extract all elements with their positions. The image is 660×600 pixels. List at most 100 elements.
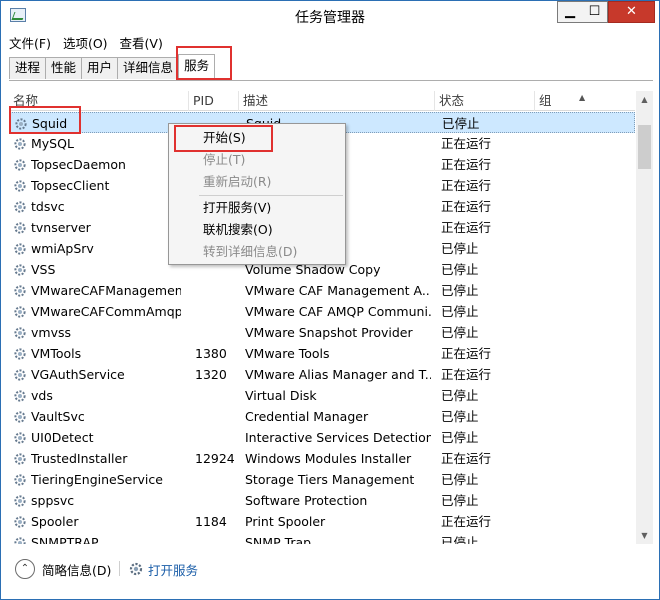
service-status: 正在运行 xyxy=(441,451,492,466)
tab-performance[interactable]: 性能 xyxy=(45,57,83,79)
context-open-services[interactable]: 打开服务(V) xyxy=(203,198,271,218)
service-name: wmiApSrv xyxy=(31,241,94,256)
service-name: vmvss xyxy=(31,325,71,340)
table-row[interactable]: TrustedInstaller 12924 Windows Modules Ins… xyxy=(9,448,635,469)
open-services-link[interactable]: 打开服务 xyxy=(148,560,198,579)
service-icon xyxy=(14,432,26,444)
table-row[interactable]: SNMPTRAP SNMP Trap 已停止 xyxy=(9,532,635,544)
service-status: 已停止 xyxy=(441,472,479,487)
service-status: 已停止 xyxy=(441,304,479,319)
service-description: Virtual Disk xyxy=(245,388,317,403)
minimize-button[interactable]: ▁ xyxy=(557,1,583,23)
tab-users[interactable]: 用户 xyxy=(81,57,119,79)
table-row[interactable]: VaultSvc Credential Manager 已停止 xyxy=(9,406,635,427)
scroll-down-icon[interactable]: ▼ xyxy=(636,527,653,544)
service-description: VMware Alias Manager and T... xyxy=(245,367,431,382)
service-icon xyxy=(14,537,26,544)
service-icon xyxy=(14,201,26,213)
service-name: VGAuthService xyxy=(31,367,125,382)
service-icon xyxy=(14,180,26,192)
service-description: Windows Modules Installer xyxy=(245,451,412,466)
chevron-up-icon[interactable]: ⌃ xyxy=(15,559,35,579)
service-status: 正在运行 xyxy=(441,199,492,214)
table-row[interactable]: VMTools 1380 VMware Tools 正在运行 xyxy=(9,343,635,364)
service-icon xyxy=(14,285,26,297)
service-status: 正在运行 xyxy=(441,367,492,382)
service-description: VMware CAF AMQP Communi... xyxy=(245,304,431,319)
service-status: 正在运行 xyxy=(441,157,492,172)
service-icon xyxy=(14,411,26,423)
service-description: Interactive Services Detection xyxy=(245,430,431,445)
service-name: VMTools xyxy=(31,346,82,361)
service-name: Spooler xyxy=(31,514,79,529)
service-description: Storage Tiers Management xyxy=(245,472,415,487)
service-name: VMwareCAFCommAmqp... xyxy=(31,304,181,319)
table-row[interactable]: TieringEngineService Storage Tiers Manage… xyxy=(9,469,635,490)
table-row[interactable]: sppsvc Software Protection 已停止 xyxy=(9,490,635,511)
context-start-highlight xyxy=(174,125,273,152)
service-icon xyxy=(14,390,26,402)
service-description: Print Spooler xyxy=(245,514,326,529)
footer-bar: ⌃ 简略信息(D) 打开服务 xyxy=(1,551,659,587)
service-status: 已停止 xyxy=(441,535,479,544)
service-icon xyxy=(14,138,26,150)
table-row[interactable]: VMwareCAFCommAmqp... VMware CAF AMQP Comm… xyxy=(9,301,635,322)
service-name: VMwareCAFManagemen... xyxy=(31,283,181,298)
menu-file[interactable]: 文件(F) xyxy=(9,33,51,51)
service-status: 已停止 xyxy=(441,388,479,403)
tab-processes[interactable]: 进程 xyxy=(9,57,47,79)
vertical-scrollbar[interactable]: ▲ ▼ xyxy=(636,91,653,544)
service-icon xyxy=(14,264,26,276)
service-name: VaultSvc xyxy=(31,409,85,424)
table-row[interactable]: VMwareCAFManagemen... VMware CAF Manageme… xyxy=(9,280,635,301)
column-description[interactable]: 描述 xyxy=(239,91,435,111)
scroll-thumb[interactable] xyxy=(638,125,651,169)
scroll-up-icon[interactable]: ▲ xyxy=(636,91,653,108)
table-row[interactable]: VGAuthService 1320 VMware Alias Manager an… xyxy=(9,364,635,385)
service-name: TieringEngineService xyxy=(31,472,163,487)
service-status: 已停止 xyxy=(441,283,479,298)
service-status: 正在运行 xyxy=(441,220,492,235)
service-status: 正在运行 xyxy=(441,136,492,151)
gear-icon xyxy=(129,562,143,576)
service-name: MySQL xyxy=(31,136,74,151)
menu-options[interactable]: 选项(O) xyxy=(63,33,108,51)
context-go-to-details: 转到详细信息(D) xyxy=(203,244,298,259)
service-status: 已停止 xyxy=(441,241,479,256)
column-header: 名称 PID 描述 状态 组 ▲ xyxy=(9,91,635,111)
service-icon xyxy=(14,474,26,486)
service-name: sppsvc xyxy=(31,493,75,508)
table-row[interactable]: vds Virtual Disk 已停止 xyxy=(9,385,635,406)
service-name: tdsvc xyxy=(31,199,65,214)
title-bar[interactable]: 任务管理器 ▁ ☐ ✕ xyxy=(1,1,659,31)
service-name: TrustedInstaller xyxy=(31,451,128,466)
footer-separator xyxy=(119,561,120,576)
fewer-details-link[interactable]: 简略信息(D) xyxy=(42,560,111,579)
service-name: vds xyxy=(31,388,53,403)
table-row[interactable]: UI0Detect Interactive Services Detection 已… xyxy=(9,427,635,448)
table-row[interactable]: Spooler 1184 Print Spooler 正在运行 xyxy=(9,511,635,532)
column-status[interactable]: 状态 xyxy=(435,91,535,111)
service-name: VSS xyxy=(31,262,56,277)
service-pid: 12924 xyxy=(195,451,235,466)
service-status: 正在运行 xyxy=(441,178,492,193)
service-icon xyxy=(14,495,26,507)
table-row[interactable]: vmvss VMware Snapshot Provider 已停止 xyxy=(9,322,635,343)
service-icon xyxy=(14,222,26,234)
column-pid[interactable]: PID xyxy=(189,91,239,111)
menu-view[interactable]: 查看(V) xyxy=(120,33,163,51)
context-search-online[interactable]: 联机搜索(O) xyxy=(203,220,273,240)
tab-details[interactable]: 详细信息 xyxy=(117,57,180,79)
close-button[interactable]: ✕ xyxy=(608,1,655,23)
service-icon xyxy=(14,327,26,339)
service-icon xyxy=(14,243,26,255)
service-icon xyxy=(14,453,26,465)
sort-arrow-icon: ▲ xyxy=(579,93,586,102)
service-icon xyxy=(14,348,26,360)
service-icon xyxy=(14,306,26,318)
service-name: TopsecDaemon xyxy=(31,157,126,172)
service-pid: 1184 xyxy=(195,514,227,529)
maximize-button[interactable]: ☐ xyxy=(582,1,608,23)
context-stop: 停止(T) xyxy=(203,152,246,167)
tab-services-highlight xyxy=(176,46,232,80)
